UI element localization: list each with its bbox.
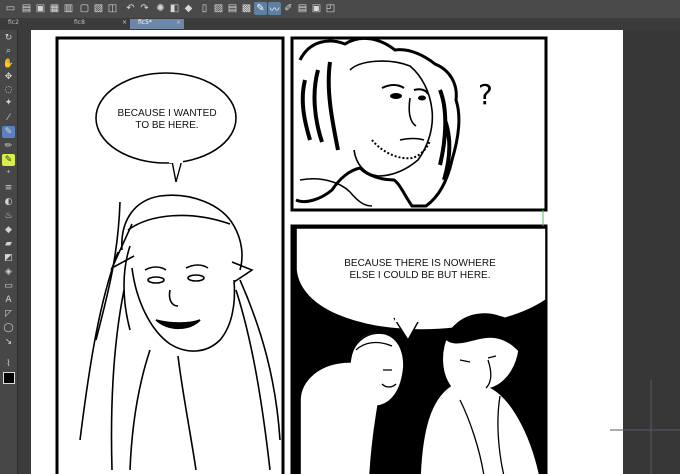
- comic-artwork: ?: [55, 36, 680, 474]
- elf-portrait: [79, 194, 281, 471]
- curly-man-portrait: [295, 36, 461, 208]
- bubble-2-text: BECAUSE THERE IS NOWHERE ELSE I COULD BE…: [344, 258, 496, 281]
- question-mark: ?: [478, 78, 493, 111]
- bubble-1-text: BECAUSE I WANTED TO BE HERE.: [117, 108, 217, 131]
